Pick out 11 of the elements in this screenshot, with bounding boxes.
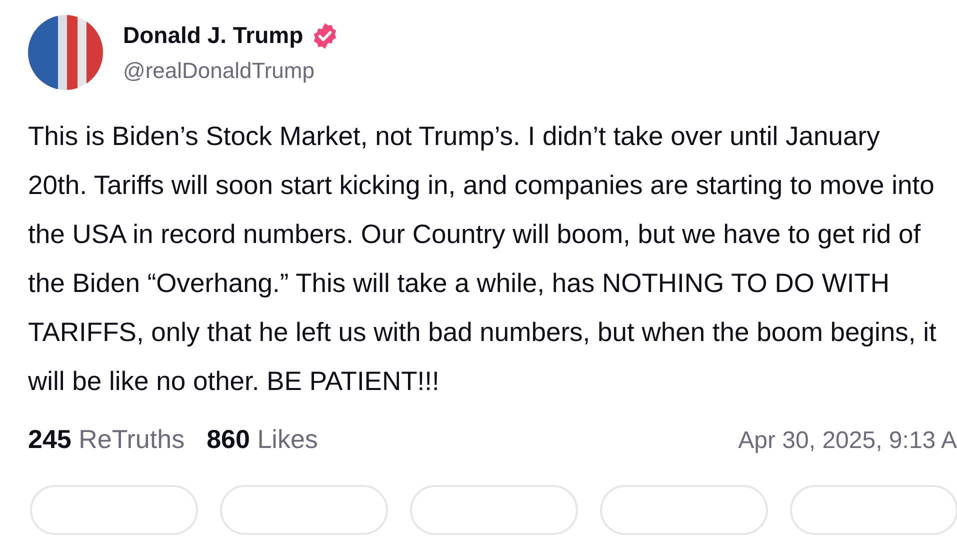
author-name[interactable]: Donald J. Trump [123, 22, 304, 49]
action-button[interactable] [790, 485, 957, 535]
post-timestamp: Apr 30, 2025, 9:13 A [738, 427, 957, 455]
action-button[interactable] [410, 485, 578, 535]
post-text: This is Biden’s Stock Market, not Trump’s. I didn’t take over until January 20th. Tariffs will soon start kicking in, and companies are starting to move into the USA in record numbers. Our Country will boom, but we have to get rid of the Biden “Overhang.” This will take a while, has NOTHING TO DO WITH TARIFFS, only that he left us with bad numbers, but when the boom begins, it will be like no other. BE PATIENT!!! [28, 120, 938, 398]
action-button[interactable] [600, 485, 768, 535]
stat-count[interactable]: 245 ReTruths [28, 424, 185, 455]
author-handle[interactable]: @realDonaldTrump [123, 58, 340, 84]
stat-count[interactable]: 860 Likes [206, 424, 318, 455]
action-button[interactable] [30, 485, 198, 535]
action-button[interactable] [220, 485, 388, 535]
